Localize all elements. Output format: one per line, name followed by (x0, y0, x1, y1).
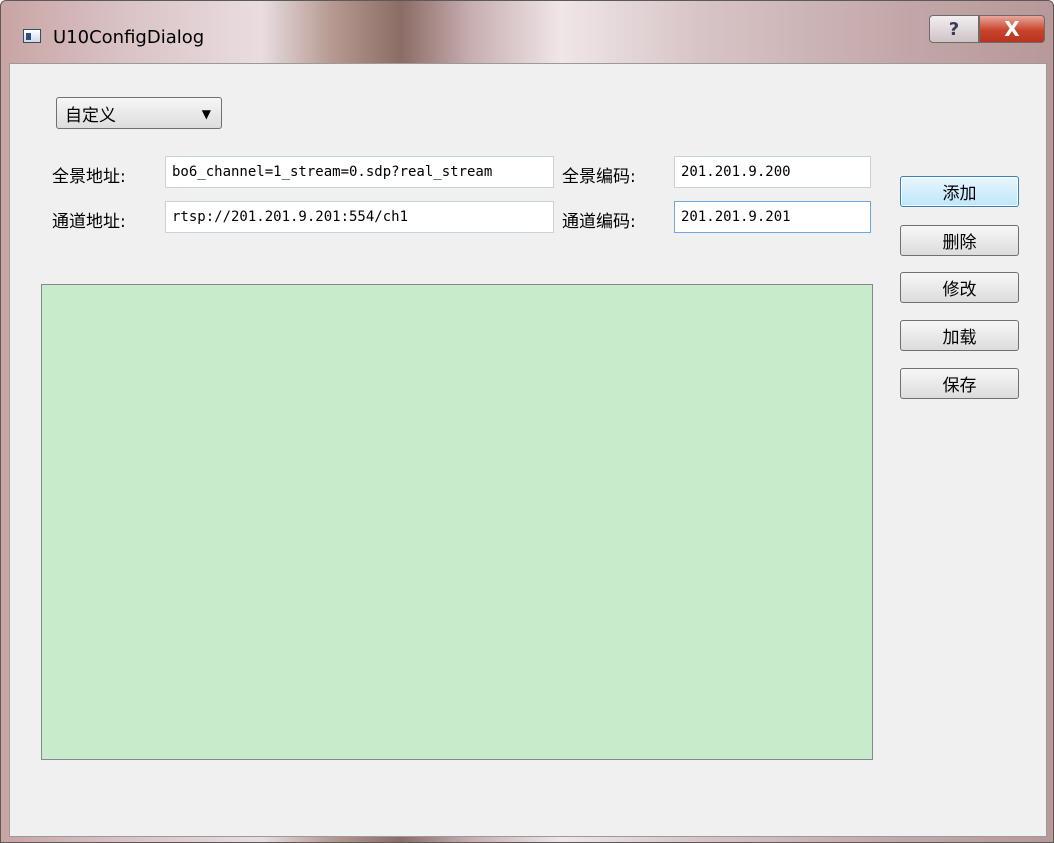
delete-button[interactable]: 删除 (900, 225, 1019, 256)
panorama-code-label: 全景编码: (562, 167, 636, 187)
channel-address-label: 通道地址: (52, 212, 126, 232)
panorama-address-label: 全景地址: (52, 167, 126, 187)
chevron-down-icon: ▼ (201, 107, 211, 121)
dialog-client-area: 自定义 ▼ 全景地址: 全景编码: 通道地址: 通道编码: 添加 删除 修改 加… (9, 63, 1047, 837)
modify-button[interactable]: 修改 (900, 272, 1019, 303)
channel-address-input[interactable] (165, 201, 554, 233)
panorama-address-input[interactable] (165, 156, 554, 188)
app-window-icon (23, 29, 41, 43)
load-button[interactable]: 加载 (900, 320, 1019, 351)
add-button[interactable]: 添加 (900, 176, 1019, 207)
help-icon: ? (948, 18, 960, 40)
channel-code-label: 通道编码: (562, 212, 636, 232)
close-icon: X (1004, 17, 1020, 41)
close-button[interactable]: X (979, 15, 1045, 43)
mode-dropdown-value: 自定义 (65, 105, 116, 126)
channel-list-panel[interactable] (41, 284, 873, 760)
panorama-code-input[interactable] (674, 156, 871, 188)
config-dialog-window: U10ConfigDialog ? X 自定义 ▼ 全景地址: 全景编码: 通道… (0, 0, 1054, 843)
save-button[interactable]: 保存 (900, 368, 1019, 399)
mode-dropdown[interactable]: 自定义 ▼ (56, 97, 222, 129)
title-bar[interactable]: U10ConfigDialog ? X (1, 1, 1053, 63)
help-button[interactable]: ? (929, 15, 979, 43)
channel-code-input[interactable] (674, 201, 871, 233)
window-title: U10ConfigDialog (53, 27, 205, 48)
